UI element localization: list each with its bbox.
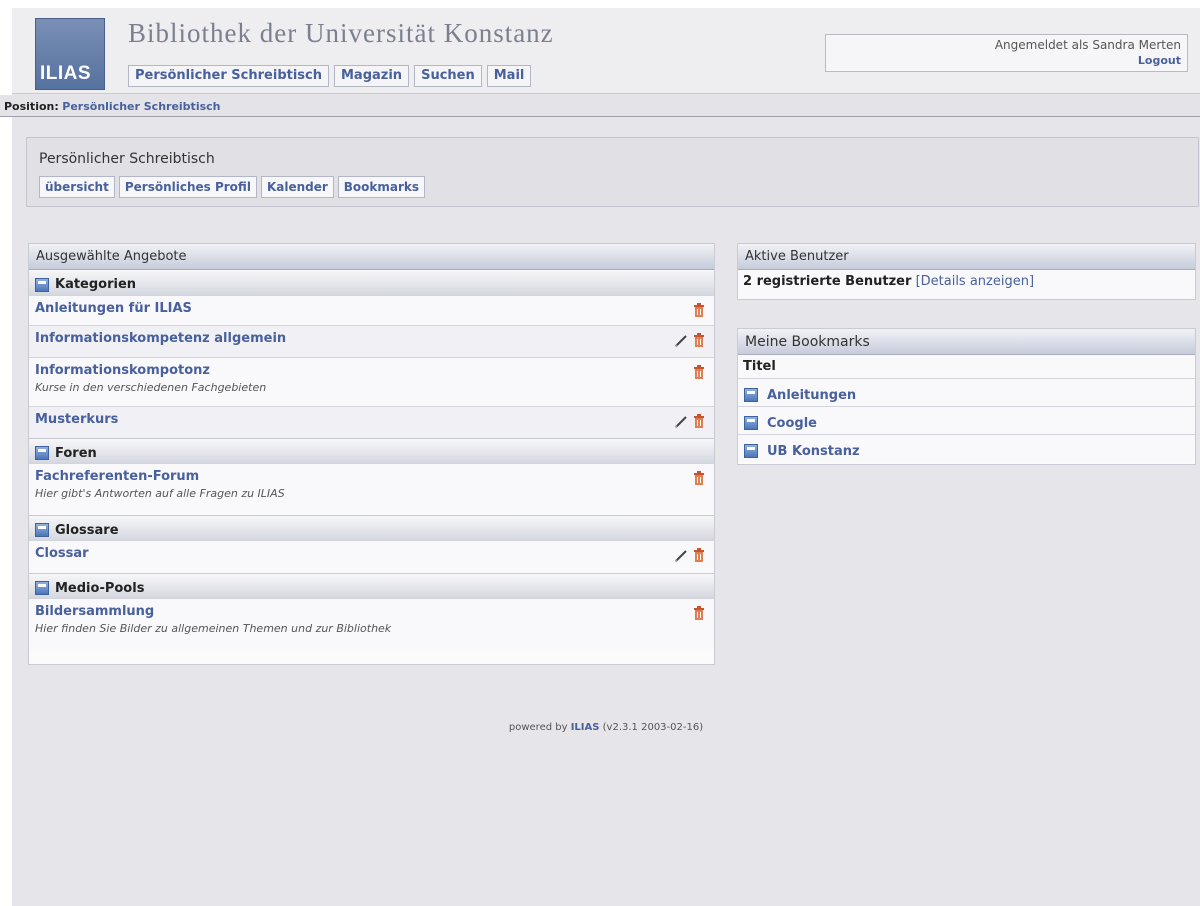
pencil-icon[interactable] (674, 414, 688, 429)
category-label: Medio-Pools (55, 580, 145, 596)
media-pool-icon (35, 581, 49, 595)
list-item: Bildersammlung Hier finden Sie Bilder zu… (29, 598, 714, 650)
desktop-panel: Persönlicher Schreibtisch übersicht Pers… (26, 137, 1199, 207)
pencil-icon[interactable] (674, 548, 688, 563)
bookmark-item[interactable]: UB Konstanz (738, 434, 1195, 462)
list-item: Fachreferenten-Forum Hier gibt's Antwort… (29, 463, 714, 515)
trash-icon[interactable] (692, 333, 706, 348)
trash-icon[interactable] (692, 548, 706, 563)
details-link[interactable]: [Details anzeigen] (916, 274, 1034, 289)
logged-in-text: Angemeldet als Sandra Merten (994, 38, 1181, 52)
pencil-icon[interactable] (674, 333, 688, 348)
item-title-ik[interactable]: Informationskompotonz (35, 363, 714, 378)
category-label: Kategorien (55, 277, 137, 292)
page: ILIAS Bibliothek der Universität Konstan… (0, 8, 1200, 906)
category-header-glossare: Glossare (29, 515, 714, 540)
selected-offers-block: Ausgewählte Angebote Kategorien Anleitun… (28, 243, 715, 665)
bookmark-icon (744, 444, 758, 458)
item-title-bildersammlung[interactable]: Bildersammlung (35, 604, 714, 619)
bookmark-item[interactable]: Coogle (738, 406, 1195, 434)
bookmark-icon (744, 416, 758, 430)
desktop-title: Persönlicher Schreibtisch (39, 151, 215, 167)
breadcrumb-link[interactable]: Persönlicher Schreibtisch (62, 100, 220, 113)
category-header-foren: Foren (29, 438, 714, 463)
bookmark-item[interactable]: Anleitungen (738, 378, 1195, 406)
selected-offers-title: Ausgewählte Angebote (29, 244, 714, 270)
breadcrumb-label: Position: (4, 100, 59, 113)
desktop-tabs: übersicht Persönliches Profil Kalender B… (39, 176, 429, 198)
nav-tab-mail[interactable]: Mail (486, 65, 532, 87)
logo-text: ILIAS (40, 63, 92, 84)
bookmarks-title: Meine Bookmarks (738, 329, 1195, 355)
bookmarks-block: Meine Bookmarks Titel Anleitungen Coogle… (737, 328, 1196, 465)
bookmarks-column-header: Titel (738, 355, 1195, 378)
folder-icon (744, 388, 758, 402)
trash-icon[interactable] (692, 606, 706, 621)
active-users-block: Aktive Benutzer 2 registrierte Benutzer … (737, 243, 1196, 300)
item-title-forum[interactable]: Fachreferenten-Forum (35, 469, 714, 484)
site-title: Bibliothek der Universität Konstanz (128, 18, 554, 48)
item-description: Hier finden Sie Bilder zu allgemeinen Th… (35, 622, 392, 635)
category-label: Foren (55, 445, 97, 461)
header: ILIAS Bibliothek der Universität Konstan… (12, 8, 1200, 94)
user-box: Angemeldet als Sandra Merten Logout (825, 34, 1188, 72)
trash-icon[interactable] (692, 471, 706, 486)
active-users-title: Aktive Benutzer (738, 244, 1195, 270)
item-title-glossar[interactable]: Clossar (35, 546, 714, 561)
nav-tab-magazin[interactable]: Magazin (334, 65, 410, 87)
item-description: Hier gibt's Antworten auf alle Fragen zu… (35, 487, 285, 500)
category-label: Glossare (55, 522, 119, 538)
item-title-musterkurs[interactable]: Musterkurs (35, 412, 714, 427)
bookmark-label: Anleitungen (767, 387, 857, 403)
item-description: Kurse in den verschiedenen Fachgebieten (35, 381, 267, 394)
list-item: Anleitungen für ILIAS (29, 295, 714, 325)
item-title-anleitungen[interactable]: Anleitungen für ILIAS (35, 301, 714, 316)
logout-link[interactable]: Logout (826, 53, 1181, 69)
item-title-ik-allgemein[interactable]: Informationskompetenz allgemein (35, 331, 714, 346)
footer-prefix: powered by (508, 722, 568, 733)
footer-version: (v2.3.1 2003-02-16) (602, 722, 704, 733)
category-icon (35, 277, 49, 292)
tab-bookmarks[interactable]: Bookmarks (337, 176, 426, 198)
active-users-count: 2 registrierte Benutzer (743, 274, 912, 289)
category-header-kategorien: Kategorien (29, 270, 714, 295)
footer-ilias-link[interactable]: ILIAS (571, 722, 600, 733)
list-item: Musterkurs (29, 406, 714, 438)
tab-profile[interactable]: Persönliches Profil (118, 176, 257, 198)
glossary-icon (35, 523, 49, 537)
ilias-logo[interactable]: ILIAS (35, 18, 105, 90)
nav-tab-suchen[interactable]: Suchen (414, 65, 482, 87)
bookmark-label: UB Konstanz (767, 443, 860, 459)
list-item: Informationskompetenz allgemein (29, 325, 714, 357)
active-users-row: 2 registrierte Benutzer [Details anzeige… (738, 270, 1195, 299)
tab-calendar[interactable]: Kalender (260, 176, 334, 198)
list-item: Clossar (29, 540, 714, 573)
trash-icon[interactable] (692, 414, 706, 429)
tab-overview[interactable]: übersicht (39, 176, 115, 198)
trash-icon[interactable] (692, 303, 706, 318)
breadcrumb: Position: Persönlicher Schreibtisch (0, 95, 1200, 117)
footer: powered by ILIAS (v2.3.1 2003-02-16) (12, 722, 1200, 733)
forum-icon (35, 446, 49, 460)
list-item: Informationskompotonz Kurse in den versc… (29, 357, 714, 406)
nav-tab-desktop[interactable]: Persönlicher Schreibtisch (128, 65, 329, 87)
bookmark-label: Coogle (767, 415, 817, 431)
category-header-medio-pools: Medio-Pools (29, 573, 714, 598)
main-nav: Persönlicher Schreibtisch Magazin Suchen… (128, 65, 536, 87)
trash-icon[interactable] (692, 365, 706, 380)
